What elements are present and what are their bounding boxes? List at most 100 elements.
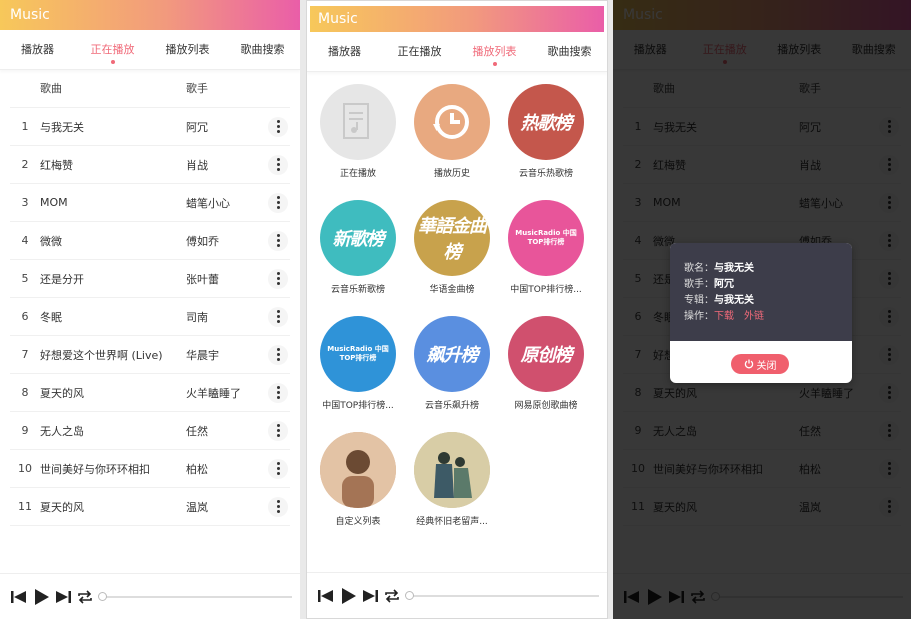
playlist-cover: 新歌榜 xyxy=(320,200,396,276)
playlist-card[interactable]: 原创榜 网易原创歌曲榜 xyxy=(499,312,593,428)
close-button[interactable]: 关闭 xyxy=(731,354,789,374)
more-options-icon[interactable] xyxy=(268,458,288,479)
tab-player[interactable]: 播放器 xyxy=(0,30,75,69)
song-title: MOM xyxy=(40,196,68,209)
song-row[interactable]: 4 微微 傅如乔 xyxy=(10,222,290,260)
song-title: 夏天的风 xyxy=(40,386,84,400)
tab-search[interactable]: 歌曲搜索 xyxy=(532,32,607,71)
tab-now-playing[interactable]: 正在播放 xyxy=(382,32,457,71)
song-title: 与我无关 xyxy=(40,120,84,134)
playlist-card[interactable]: 飙升榜 云音乐飙升榜 xyxy=(405,312,499,428)
more-options-icon[interactable] xyxy=(268,192,288,213)
song-title: 冬眠 xyxy=(40,310,62,324)
history-icon xyxy=(433,105,469,139)
tab-playlists[interactable]: 播放列表 xyxy=(457,32,532,71)
more-options-icon[interactable] xyxy=(268,230,288,251)
playlist-card[interactable]: 正在播放 xyxy=(311,80,405,196)
seek-slider[interactable] xyxy=(98,591,292,601)
song-artist: 司南 xyxy=(186,310,208,324)
more-options-icon[interactable] xyxy=(268,154,288,175)
playlist-cover xyxy=(414,432,490,508)
playlist-card[interactable]: 華語金曲榜华语金曲榜 xyxy=(405,196,499,312)
outlink-link[interactable]: 外链 xyxy=(744,311,764,322)
song-index: 11 xyxy=(18,500,32,513)
more-options-icon[interactable] xyxy=(268,496,288,517)
song-row[interactable]: 10 世间美好与你环环相扣 柏松 xyxy=(10,450,290,488)
app-bar: Music xyxy=(0,0,300,30)
playlist-label: 华语金曲榜 xyxy=(429,285,475,295)
playlist-label: 播放历史 xyxy=(433,169,470,179)
tab-player[interactable]: 播放器 xyxy=(307,32,382,71)
album-value: 与我无关 xyxy=(714,295,754,306)
song-row[interactable]: 6 冬眠 司南 xyxy=(10,298,290,336)
tab-search[interactable]: 歌曲搜索 xyxy=(225,30,300,69)
power-icon xyxy=(744,359,753,369)
song-list: 1 与我无关 阿冗 2 红梅赞 肖战 3 MOM 蜡笔小心 4 微微 傅如乔 5 还是分开 张叶蕾 6 冬眠 司南… xyxy=(0,108,300,526)
song-index: 1 xyxy=(21,120,29,133)
song-index: 3 xyxy=(21,196,29,209)
playlist-card[interactable]: 播放历史 xyxy=(405,80,499,196)
song-title: 还是分开 xyxy=(40,272,84,286)
document-icon xyxy=(343,103,369,139)
download-link[interactable]: 下载 xyxy=(714,311,734,322)
song-title: 世间美好与你环环相扣 xyxy=(40,462,150,476)
song-artist: 任然 xyxy=(186,424,208,438)
play-icon[interactable] xyxy=(337,585,359,607)
repeat-icon[interactable] xyxy=(381,585,403,607)
playlist-card[interactable]: MusicRadio 中国TOP排行榜 中国TOP排行榜... xyxy=(311,312,405,428)
next-icon[interactable] xyxy=(52,586,74,608)
playlist-card[interactable]: MusicRadio 中国TOP排行榜 中国TOP排行榜... xyxy=(499,196,593,312)
playlist-label: 云音乐新歌榜 xyxy=(330,285,385,295)
play-icon[interactable] xyxy=(30,586,52,608)
prev-icon[interactable] xyxy=(8,586,30,608)
prev-icon[interactable] xyxy=(315,585,337,607)
playlist-cover xyxy=(320,84,396,160)
tab-playlists[interactable]: 播放列表 xyxy=(150,30,225,69)
playlist-card[interactable]: 新歌榜 云音乐新歌榜 xyxy=(311,196,405,312)
more-options-icon[interactable] xyxy=(268,116,288,137)
song-row[interactable]: 8 夏天的风 火羊瞌睡了 xyxy=(10,374,290,412)
next-icon[interactable] xyxy=(359,585,381,607)
tab-now-playing[interactable]: 正在播放 xyxy=(75,30,150,69)
song-artist: 蜡笔小心 xyxy=(186,196,230,210)
song-row[interactable]: 11 夏天的风 温岚 xyxy=(10,488,290,526)
seek-knob[interactable] xyxy=(98,591,107,601)
header-song: 歌曲 xyxy=(40,82,62,95)
more-options-icon[interactable] xyxy=(268,268,288,289)
cover-text: 飙升榜 xyxy=(426,345,479,366)
name-label: 歌名： xyxy=(684,263,714,274)
dialog-body: 歌名：与我无关 歌手：阿冗 专辑：与我无关 操作：下载 外链 xyxy=(670,243,852,341)
playlist-label: 网易原创歌曲榜 xyxy=(514,401,578,411)
repeat-icon[interactable] xyxy=(74,586,96,608)
playlist-card[interactable]: 自定义列表 xyxy=(311,428,405,544)
song-artist: 傅如乔 xyxy=(186,234,219,248)
playlist-cover: MusicRadio 中国TOP排行榜 xyxy=(320,316,396,392)
cover-text: 華語金曲榜 xyxy=(418,216,487,263)
more-options-icon[interactable] xyxy=(268,306,288,327)
more-options-icon[interactable] xyxy=(268,420,288,441)
song-artist: 阿冗 xyxy=(186,120,208,134)
close-label: 关闭 xyxy=(756,360,777,372)
song-index: 2 xyxy=(21,158,29,171)
song-row[interactable]: 9 无人之岛 任然 xyxy=(10,412,290,450)
playlist-cover xyxy=(320,432,396,508)
playlist-card[interactable]: 经典怀旧老留声... xyxy=(405,428,499,544)
song-title: 夏天的风 xyxy=(40,500,84,514)
song-row[interactable]: 7 好想爱这个世界啊 (Live) 华晨宇 xyxy=(10,336,290,374)
playlist-card[interactable]: 热歌榜 云音乐热歌榜 xyxy=(499,80,593,196)
song-row[interactable]: 2 红梅赞 肖战 xyxy=(10,146,290,184)
more-options-icon[interactable] xyxy=(268,344,288,365)
song-row[interactable]: 3 MOM 蜡笔小心 xyxy=(10,184,290,222)
seek-slider[interactable] xyxy=(405,590,599,600)
song-row[interactable]: 5 还是分开 张叶蕾 xyxy=(10,260,290,298)
cover-text: 新歌榜 xyxy=(332,229,385,250)
song-artist: 肖战 xyxy=(186,158,208,172)
more-options-icon[interactable] xyxy=(268,382,288,403)
app-title: Music xyxy=(318,11,358,27)
song-index: 7 xyxy=(21,348,29,361)
album-label: 专辑： xyxy=(684,295,714,306)
song-artist: 火羊瞌睡了 xyxy=(186,386,241,400)
person-photo-icon xyxy=(320,432,396,508)
seek-knob[interactable] xyxy=(405,590,414,600)
song-row[interactable]: 1 与我无关 阿冗 xyxy=(10,108,290,146)
